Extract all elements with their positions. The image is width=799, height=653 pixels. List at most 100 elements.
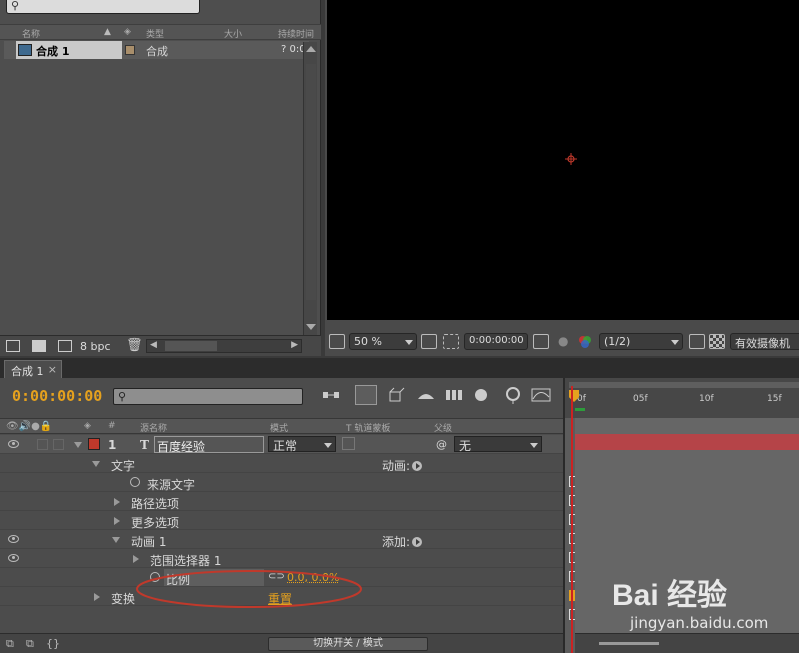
solo-switch[interactable] [37, 439, 48, 450]
expand-triangle-icon[interactable] [133, 555, 139, 563]
current-time-display[interactable]: 0:00:00:00 [12, 387, 102, 405]
range-selector-row[interactable]: 范围选择器 1 [0, 549, 563, 568]
layer-duration-bar[interactable] [575, 434, 799, 450]
grid-guides-icon[interactable] [421, 334, 437, 349]
lock-switch[interactable] [53, 439, 64, 450]
layer-row[interactable]: 1 T 百度经验 正常 @ 无 [0, 435, 563, 454]
shy-layers-icon[interactable] [415, 385, 437, 405]
composition-icon [18, 44, 32, 56]
animator-row[interactable]: 动画 1 添加: [0, 530, 563, 549]
trash-icon[interactable]: 🗑 [126, 338, 143, 353]
motion-blur-icon[interactable] [470, 385, 492, 405]
project-panel: ⚲ 名称 ▲ ◈ 类型 大小 持续时间 合成 1 合成 ? 0:0 8 bpc … [0, 0, 321, 356]
project-scrollbar[interactable] [303, 42, 317, 336]
expand-triangle-icon[interactable] [74, 442, 82, 448]
animate-label: 动画: [382, 459, 411, 473]
frame-blending-icon[interactable] [443, 385, 465, 405]
scroll-down-icon[interactable] [306, 324, 316, 330]
layer-label-swatch[interactable] [88, 438, 100, 450]
column-track-matte: T 轨道蒙板 [346, 424, 391, 434]
close-icon[interactable]: × [48, 363, 57, 376]
work-area-bar[interactable] [575, 408, 585, 411]
annotation-ellipse [136, 570, 362, 608]
transparency-grid-icon[interactable] [709, 334, 725, 349]
play-menu-icon[interactable] [412, 537, 423, 547]
property-path-options[interactable]: 路径选项 [0, 492, 563, 511]
path-options-label: 路径选项 [131, 497, 180, 511]
ruler-tick: 05f [633, 394, 648, 404]
column-type[interactable]: 类型 [146, 27, 164, 40]
time-ruler[interactable]: 0f 05f 10f 15f [565, 378, 799, 418]
project-footer: 8 bpc 🗑 ◀ ▶ [0, 335, 321, 356]
interpret-footage-icon[interactable] [6, 340, 20, 352]
parent-dropdown[interactable]: 无 [454, 436, 542, 453]
region-of-interest-icon[interactable] [443, 334, 459, 349]
bit-depth-button[interactable]: 8 bpc [80, 340, 111, 353]
tab-composition-1[interactable]: 合成 1 × [4, 360, 62, 378]
brainstorm-icon[interactable] [502, 385, 524, 405]
new-composition-icon[interactable] [58, 340, 72, 352]
scroll-up-icon[interactable] [306, 46, 316, 52]
tab-label: 合成 1 [11, 365, 44, 378]
column-source-name[interactable]: 源名称 [140, 421, 167, 434]
stopwatch-icon[interactable] [130, 477, 140, 487]
composition-mini-flowchart-icon[interactable] [320, 385, 342, 405]
anchor-point-icon[interactable] [565, 153, 577, 165]
parent-value: 无 [459, 439, 472, 453]
magnification-dropdown[interactable]: 50 % [349, 333, 417, 350]
eye-icon[interactable] [8, 535, 19, 543]
eye-icon[interactable] [8, 440, 19, 448]
scroll-thumb[interactable] [306, 64, 316, 300]
project-search-input[interactable]: ⚲ [6, 0, 200, 14]
track-matte-switch[interactable] [342, 437, 355, 450]
new-folder-icon[interactable] [32, 340, 46, 352]
zoom-value: 50 % [354, 335, 382, 348]
property-group-text[interactable]: 文字 动画: [0, 454, 563, 473]
eye-icon[interactable] [8, 554, 19, 562]
scroll-right-icon[interactable]: ▶ [291, 340, 298, 350]
3d-draft-icon[interactable] [384, 385, 406, 405]
graph-editor-icon[interactable] [530, 385, 552, 405]
active-camera-dropdown[interactable]: 有效摄像机 [730, 333, 799, 350]
transfer-controls-icon[interactable]: ⧉ [26, 637, 34, 651]
time-navigator[interactable] [569, 382, 799, 388]
layer-name[interactable]: 百度经验 [154, 436, 264, 454]
snapshot-icon[interactable] [533, 334, 549, 349]
show-snapshot-icon[interactable]: ● [558, 334, 568, 348]
animate-menu-button[interactable]: 动画: [382, 457, 423, 474]
scroll-thumb[interactable] [165, 341, 217, 351]
expand-triangle-icon[interactable] [94, 593, 100, 601]
always-preview-icon[interactable] [329, 334, 345, 349]
scroll-left-icon[interactable]: ◀ [150, 340, 157, 350]
viewer-timecode[interactable]: 0:00:00:00 [464, 333, 528, 350]
timeline-search-input[interactable]: ⚲ [113, 388, 303, 405]
column-name[interactable]: 名称 [22, 27, 40, 40]
project-item-row[interactable]: 合成 1 合成 ? 0:0 [4, 41, 309, 59]
in-out-panes-icon[interactable]: {} [46, 637, 60, 650]
label-tag-icon[interactable]: ◈ [124, 27, 131, 37]
expand-triangle-icon[interactable] [114, 517, 120, 525]
sort-arrow-icon[interactable]: ▲ [104, 27, 111, 37]
zoom-slider[interactable] [599, 642, 659, 645]
visibility-column-icon: 👁🔊●🔒 [6, 421, 53, 432]
property-more-options[interactable]: 更多选项 [0, 511, 563, 530]
blend-mode-dropdown[interactable]: 正常 [268, 436, 336, 453]
toggle-switches-modes-button[interactable]: 切换开关 / 模式 [268, 637, 428, 651]
label-color-swatch[interactable] [125, 45, 135, 55]
column-size[interactable]: 大小 [224, 27, 242, 40]
column-duration[interactable]: 持续时间 [278, 27, 314, 40]
property-source-text[interactable]: 来源文字 [0, 473, 563, 492]
expand-triangle-icon[interactable] [112, 537, 120, 543]
composition-canvas[interactable] [327, 0, 799, 320]
fast-previews-icon[interactable] [689, 334, 705, 349]
pick-whip-icon[interactable]: @ [436, 438, 447, 451]
live-update-icon[interactable] [355, 385, 377, 405]
channels-icon[interactable] [577, 334, 593, 350]
resolution-dropdown[interactable]: (1/2) [599, 333, 683, 350]
project-horizontal-scrollbar[interactable]: ◀ ▶ [146, 339, 302, 353]
expand-triangle-icon[interactable] [92, 461, 100, 467]
expand-triangle-icon[interactable] [114, 498, 120, 506]
add-menu-button[interactable]: 添加: [382, 533, 423, 550]
play-menu-icon[interactable] [412, 461, 423, 471]
layer-switches-icon[interactable]: ⧉ [6, 637, 14, 651]
